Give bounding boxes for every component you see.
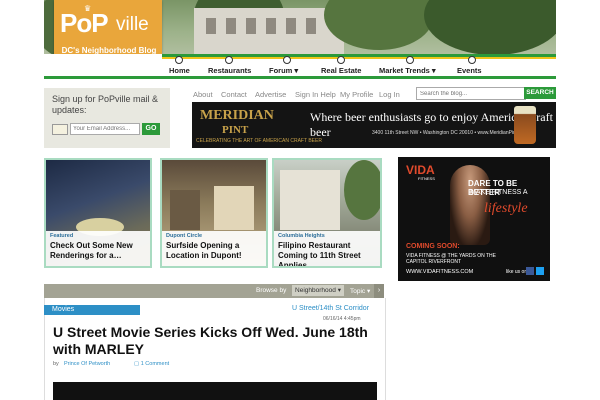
nav-item-real-estate[interactable]: Real Estate	[321, 66, 361, 75]
article-video[interactable]	[53, 382, 377, 400]
article-headline[interactable]: U Street Movie Series Kicks Off Wed. Jun…	[53, 324, 383, 358]
logo-tail-text: ville	[116, 14, 149, 35]
ad-address: 3400 11th Street NW • Washington DC 2001…	[372, 130, 529, 136]
search-input[interactable]	[416, 87, 526, 100]
article-author[interactable]: Prince Of Petworth	[64, 361, 110, 367]
twitter-icon[interactable]	[536, 267, 544, 275]
nav-dot-icon	[175, 56, 183, 64]
logo-main-text: PoP	[60, 8, 109, 38]
article-by: by	[53, 361, 59, 367]
story-tag: Dupont Circle	[166, 233, 203, 239]
ad-brand-line1: MERIDIAN	[200, 108, 274, 123]
story-caption: Dupont Circle Surfside Opening a Locatio…	[162, 231, 266, 266]
article-category-label: Movies	[52, 306, 75, 313]
nav-dot-icon	[225, 56, 233, 64]
facebook-icon[interactable]	[526, 267, 534, 275]
vida-brand: VIDA	[406, 163, 435, 177]
ad-brand-line2: PINT	[222, 124, 249, 136]
storefront-window	[214, 186, 254, 230]
article-location[interactable]: U Street/14th St Corridor	[292, 305, 369, 312]
story-title[interactable]: Filipino Restaurant Coming to 11th Stree…	[278, 241, 378, 266]
story-caption: Columbia Heights Filipino Restaurant Com…	[274, 231, 380, 266]
browse-topic-dropdown[interactable]: Topic ▾	[350, 287, 370, 295]
nav-dot-icon	[283, 56, 291, 64]
nav-dot-icon	[406, 56, 414, 64]
chevron-right-icon[interactable]: ›	[374, 284, 384, 298]
nav-stripe-yellow	[162, 57, 556, 59]
story-card[interactable]: Featured Check Out Some New Renderings f…	[44, 158, 152, 268]
nav-item-forum[interactable]: Forum ▾	[269, 66, 298, 75]
building-image	[280, 170, 340, 230]
vida-line3: lifestyle	[484, 201, 528, 216]
link-about[interactable]: About	[193, 90, 213, 99]
email-input[interactable]	[70, 123, 140, 135]
story-caption: Featured Check Out Some New Renderings f…	[46, 231, 150, 266]
article-comments-link[interactable]: ▢ 1 Comment	[134, 361, 169, 367]
nav-item-market-trends[interactable]: Market Trends ▾	[379, 66, 436, 75]
link-log-in[interactable]: Log In	[379, 90, 400, 99]
search-button[interactable]: SEARCH	[524, 87, 556, 99]
vida-brand-sub: FITNESS	[418, 176, 435, 181]
vida-line2: MAKE FITNESS A	[470, 189, 528, 196]
browse-label: Browse by	[256, 287, 287, 294]
storefront-image	[170, 190, 200, 230]
article-date: 06/16/14 4:45pm	[323, 316, 361, 322]
vida-follow: like us on	[506, 269, 528, 275]
nav-item-home[interactable]: Home	[169, 66, 190, 75]
vida-url: WWW.VIDAFITNESS.COM	[406, 269, 474, 275]
meridian-pint-ad[interactable]: MERIDIAN PINT CELEBRATING THE ART OF AME…	[192, 102, 556, 148]
vida-coming-detail: VIDA FITNESS @ THE YARDS ON THE CAPITOL …	[406, 253, 497, 265]
browse-neighborhood-dropdown[interactable]: Neighborhood ▾	[292, 285, 344, 296]
beer-glass-icon	[514, 106, 536, 144]
link-my-profile[interactable]: My Profile	[340, 90, 373, 99]
story-card[interactable]: Dupont Circle Surfside Opening a Locatio…	[160, 158, 268, 268]
story-tag: Featured	[50, 233, 74, 239]
story-title[interactable]: Surfside Opening a Location in Dupont!	[166, 241, 266, 261]
vida-fitness-ad[interactable]: VIDA FITNESS DARE TO BE BETTER MAKE FITN…	[398, 157, 550, 281]
story-tag: Columbia Heights	[278, 233, 325, 239]
newsletter-signup: Sign up for PoPville mail & updates:	[44, 88, 170, 148]
story-title[interactable]: Check Out Some New Renderings for a…	[50, 241, 150, 261]
ad-brand-sub: CELEBRATING THE ART OF AMERICAN CRAFT BE…	[196, 138, 322, 144]
browse-bar: Browse by Neighborhood ▾ Topic ▾ ›	[44, 284, 384, 298]
vida-coming: COMING SOON:	[406, 243, 460, 250]
link-sign-in-help[interactable]: Sign In Help	[295, 90, 336, 99]
story-card[interactable]: Columbia Heights Filipino Restaurant Com…	[272, 158, 382, 268]
link-contact[interactable]: Contact	[221, 90, 247, 99]
nav-item-restaurants[interactable]: Restaurants	[208, 66, 251, 75]
nav-dot-icon	[337, 56, 345, 64]
nav-dot-icon	[468, 56, 476, 64]
article-category-badge[interactable]: Movies	[44, 305, 140, 315]
nav-bottom-stripe	[44, 76, 556, 79]
signup-text: Sign up for PoPville mail & updates:	[52, 94, 159, 115]
signup-go-button[interactable]: GO	[142, 123, 160, 135]
nav-item-events[interactable]: Events	[457, 66, 482, 75]
mail-icon	[52, 124, 68, 135]
link-advertise[interactable]: Advertise	[255, 90, 286, 99]
tree-image	[344, 160, 380, 220]
